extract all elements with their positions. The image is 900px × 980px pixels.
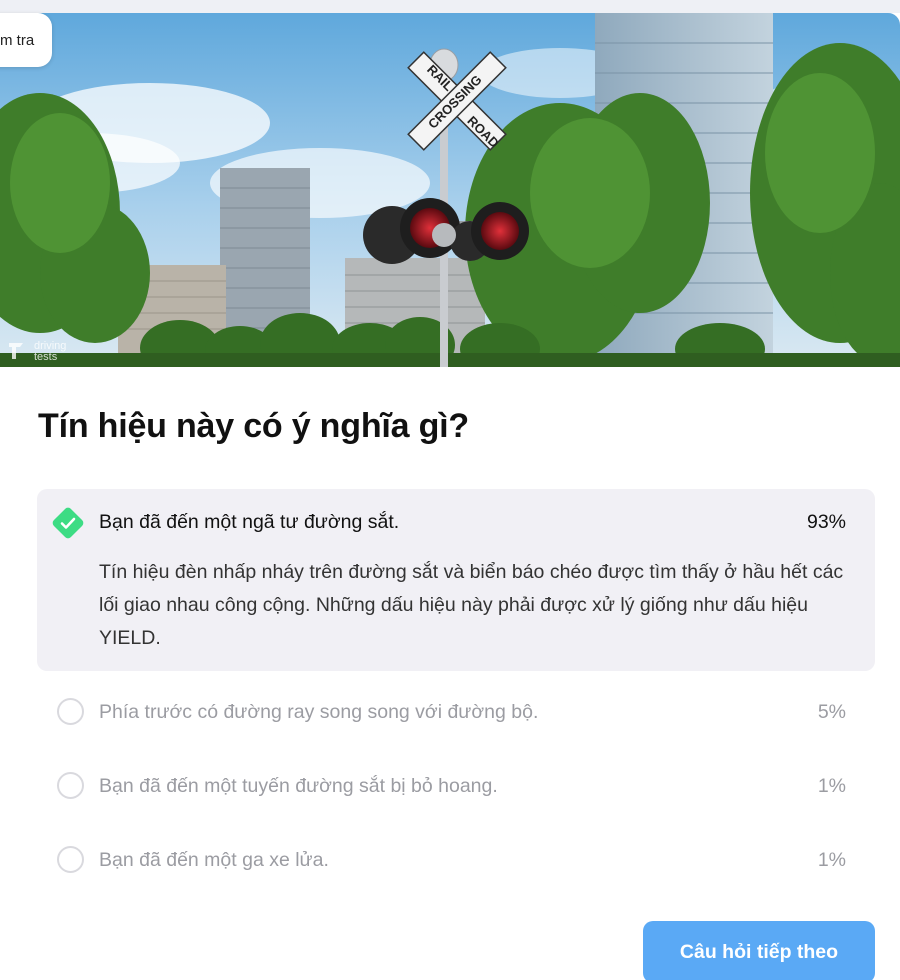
radio-circle-icon[interactable]	[57, 846, 84, 873]
question-image: RAIL ROAD CROSSING driving tests	[0, 13, 900, 367]
answer-explanation: Tín hiệu đèn nhấp nháy trên đường sắt và…	[99, 561, 844, 649]
answer-option-4[interactable]: Bạn đã đến một ga xe lửa. 1%	[37, 831, 875, 891]
answer-option-percent: 1%	[817, 775, 846, 797]
answer-option-2[interactable]: Phía trước có đường ray song song với đư…	[37, 683, 875, 743]
answer-option-3[interactable]: Bạn đã đến một tuyến đường sắt bị bỏ hoa…	[37, 757, 875, 817]
answer-option-percent: 93%	[806, 511, 846, 533]
answer-option-1[interactable]: Bạn đã đến một ngã tư đường sắt. 93% Tín…	[37, 489, 875, 671]
radio-circle-icon[interactable]	[57, 772, 84, 799]
previous-tab[interactable]: m tra	[0, 13, 52, 67]
question-title: Tín hiệu này có ý nghĩa gì?	[38, 407, 469, 445]
radio-circle-icon[interactable]	[57, 698, 84, 725]
top-strip	[0, 0, 900, 13]
watermark-line-2: tests	[34, 351, 58, 363]
answer-option-label: Bạn đã đến một ga xe lửa.	[99, 849, 329, 871]
correct-check-icon	[52, 507, 84, 539]
answer-option-percent: 1%	[817, 849, 846, 871]
answer-option-label: Phía trước có đường ray song song với đư…	[99, 701, 539, 723]
answer-option-label: Bạn đã đến một tuyến đường sắt bị bỏ hoa…	[99, 775, 498, 797]
next-question-button[interactable]: Câu hỏi tiếp theo	[643, 921, 875, 980]
previous-tab-label: m tra	[0, 32, 35, 49]
answer-option-percent: 5%	[817, 701, 846, 723]
answer-option-label: Bạn đã đến một ngã tư đường sắt.	[99, 511, 400, 533]
